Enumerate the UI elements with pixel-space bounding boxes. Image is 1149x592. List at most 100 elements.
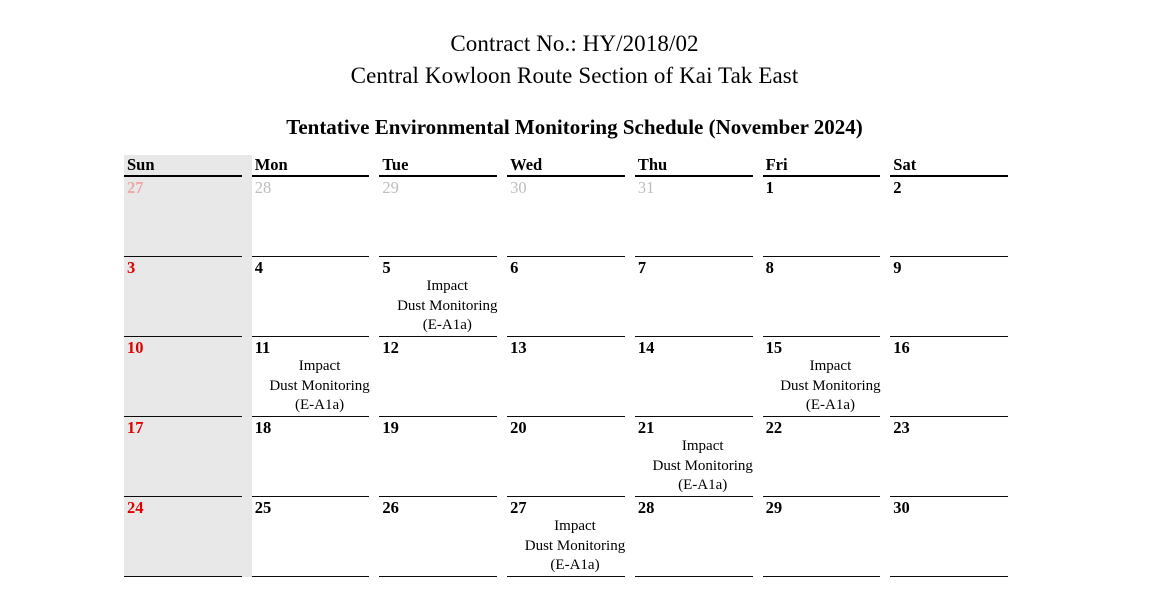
calendar-day-cell[interactable]: 6 [507,257,635,337]
calendar-day-cell[interactable]: 30 [507,177,635,257]
day-number: 25 [254,498,272,517]
monitoring-event-line3: (E-A1a) [422,317,472,333]
calendar-day-cell[interactable]: 28 [251,177,380,257]
day-number: 28 [254,178,272,197]
calendar-day-cell[interactable]: 30 [890,497,1018,577]
weekday-header-sun: Sun [124,155,252,177]
monitoring-event-line3: (E-A1a) [550,557,600,573]
calendar-day-cell[interactable]: 9 [890,257,1018,337]
calendar-day-cell[interactable]: 8 [762,257,891,337]
day-number: 29 [765,498,783,517]
day-number: 28 [637,498,655,517]
monitoring-event: Impact Dust Monitoring (E-A1a) [393,277,501,336]
day-number: 10 [127,338,144,357]
calendar-column-sun: Sun 27 3 10 17 24 [124,155,252,577]
calendar-column-sat: Sat 2 9 16 23 30 [890,155,1018,577]
calendar-day-cell[interactable]: 26 [379,497,507,577]
week-separator-rule [379,575,498,577]
day-number: 27 [127,178,144,197]
week-separator-rule [507,575,625,577]
calendar-day-cell[interactable]: 29 [762,497,891,577]
calendar-day-cell[interactable]: 10 [124,337,252,417]
day-number: 26 [382,498,399,517]
monitoring-event-line1: Impact [554,518,596,534]
day-number: 29 [382,178,399,197]
contract-number-line: Contract No.: HY/2018/02 [450,31,699,56]
weekday-header-label: Tue [382,155,409,174]
day-number: 30 [893,498,910,517]
monitoring-event-line2: Dust Monitoring [652,457,753,474]
calendar-day-cell[interactable]: 28 [634,497,763,577]
day-number: 20 [510,418,527,437]
calendar-day-cell[interactable]: 22 [762,417,891,497]
monitoring-event: Impact Dust Monitoring (E-A1a) [521,517,629,576]
day-number: 13 [510,338,527,357]
calendar-day-cell[interactable]: 19 [379,417,507,497]
document-header: Contract No.: HY/2018/02 Central Kowloon… [0,0,1149,140]
weekday-header-label: Sat [893,155,917,174]
calendar-column-wed: Wed 30 6 13 20 27 Impact Dust Monitoring (E-A1a) [507,155,635,577]
calendar-day-cell[interactable]: 18 [251,417,380,497]
calendar-column-mon: Mon 28 4 11 Impact Dust Monitoring (E-A1a) 18 25 [251,155,380,577]
weekday-header-sat: Sat [890,155,1018,177]
calendar-column-thu: Thu 31 7 14 21 Impact Dust Monitoring (E-A1a) 28 [634,155,763,577]
day-number: 9 [893,258,902,277]
calendar-day-cell[interactable]: 27 Impact Dust Monitoring (E-A1a) [507,497,635,577]
monitoring-event-line1: Impact [681,438,724,454]
day-number: 30 [510,178,527,197]
calendar-day-cell[interactable]: 11 Impact Dust Monitoring (E-A1a) [251,337,380,417]
calendar-day-cell[interactable]: 24 [124,497,252,577]
calendar-day-cell[interactable]: 7 [634,257,763,337]
calendar-day-cell[interactable]: 31 [634,177,763,257]
day-number: 5 [382,258,391,277]
calendar-day-cell[interactable]: 14 [634,337,763,417]
calendar-day-cell[interactable]: 21 Impact Dust Monitoring (E-A1a) [634,417,763,497]
calendar-day-cell[interactable]: 20 [507,417,635,497]
calendar-day-cell[interactable]: 17 [124,417,252,497]
monitoring-event-line1: Impact [298,358,341,374]
calendar-day-cell[interactable]: 25 [251,497,380,577]
day-number: 16 [893,338,910,357]
monitoring-event-line3: (E-A1a) [294,397,345,413]
calendar-day-cell[interactable]: 3 [124,257,252,337]
calendar-day-cell[interactable]: 12 [379,337,507,417]
monitoring-event-line2: Dust Monitoring [524,537,626,554]
calendar-day-cell[interactable]: 29 [379,177,507,257]
calendar-column-tue: Tue 29 5 Impact Dust Monitoring (E-A1a) 12 19 26 [379,155,507,577]
monitoring-event-line1: Impact [809,358,852,374]
calendar-day-cell[interactable]: 13 [507,337,635,417]
day-number: 6 [510,258,519,277]
calendar-day-cell[interactable]: 23 [890,417,1018,497]
week-separator-rule [251,575,370,577]
calendar-day-cell[interactable]: 4 [251,257,380,337]
calendar-day-cell[interactable]: 15 Impact Dust Monitoring (E-A1a) [762,337,891,417]
calendar-day-cell[interactable]: 2 [890,177,1018,257]
day-number: 11 [254,338,271,357]
calendar-day-cell[interactable]: 27 [124,177,252,257]
day-number: 21 [637,418,655,437]
monitoring-event-line2: Dust Monitoring [397,297,498,314]
monthly-calendar: Sun 27 3 10 17 24 Mon 28 4 11 Impact Dust Monitorin… [124,155,1018,577]
weekday-header-label: Mon [254,155,288,174]
schedule-title: Tentative Environmental Monitoring Sched… [286,115,863,139]
monitoring-event: Impact Dust Monitoring (E-A1a) [777,357,885,416]
weekday-header-mon: Mon [251,155,380,177]
monitoring-event: Impact Dust Monitoring (E-A1a) [649,437,757,496]
day-number: 23 [893,418,910,437]
weekday-header-label: Fri [765,155,788,174]
day-number: 19 [382,418,399,437]
calendar-day-cell[interactable]: 5 Impact Dust Monitoring (E-A1a) [379,257,507,337]
calendar-day-cell[interactable]: 1 [762,177,891,257]
day-number: 8 [765,258,774,277]
calendar-day-cell[interactable]: 16 [890,337,1018,417]
week-separator-rule [634,575,753,577]
weekday-header-label: Wed [510,155,543,174]
week-separator-rule [762,575,881,577]
weekday-header-label: Sun [127,155,155,174]
monitoring-event: Impact Dust Monitoring (E-A1a) [266,357,374,416]
day-number: 14 [637,338,655,357]
weekday-header-label: Thu [637,155,668,174]
day-number: 3 [127,258,136,277]
day-number: 18 [254,418,272,437]
day-number: 1 [765,178,774,197]
